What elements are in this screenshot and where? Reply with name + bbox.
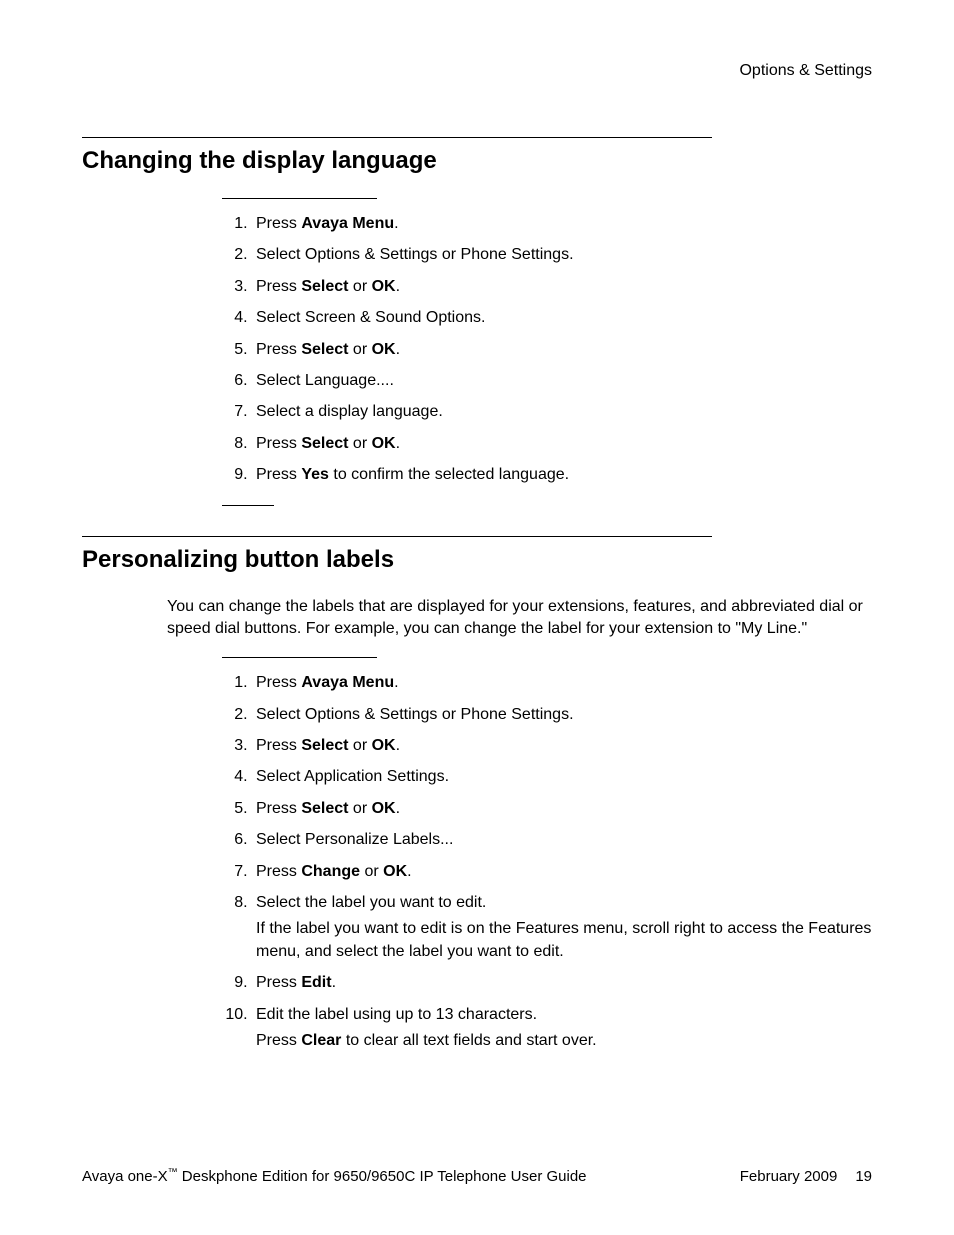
page-footer: Avaya one-X™ Deskphone Edition for 9650/… [82, 1166, 872, 1187]
step-item: Select Screen & Sound Options. [252, 307, 872, 329]
steps-end-rule [222, 505, 274, 506]
section-divider [82, 137, 712, 138]
step-item: Edit the label using up to 13 characters… [252, 1004, 872, 1053]
step-subtext: If the label you want to edit is on the … [256, 918, 872, 963]
section-divider [82, 536, 712, 537]
section-heading-1: Changing the display language [82, 144, 872, 178]
step-item: Select Options & Settings or Phone Setti… [252, 704, 872, 726]
step-item: Press Select or OK. [252, 735, 872, 757]
step-item: Select Language.... [252, 370, 872, 392]
step-item: Press Avaya Menu. [252, 672, 872, 694]
step-item: Press Select or OK. [252, 433, 872, 455]
section-heading-2: Personalizing button labels [82, 543, 872, 577]
step-item: Press Edit. [252, 972, 872, 994]
step-item: Press Select or OK. [252, 798, 872, 820]
step-item: Select the label you want to edit.If the… [252, 892, 872, 963]
footer-prefix: Avaya one-X [82, 1168, 168, 1185]
step-item: Select Application Settings. [252, 766, 872, 788]
step-item: Press Change or OK. [252, 861, 872, 883]
step-item: Press Select or OK. [252, 276, 872, 298]
step-item: Press Avaya Menu. [252, 213, 872, 235]
footer-tm: ™ [168, 1167, 178, 1178]
document-page: Options & Settings Changing the display … [0, 0, 954, 1235]
footer-date: February 2009 [740, 1166, 838, 1187]
steps-intro-rule [222, 657, 377, 658]
section-intro: You can change the labels that are displ… [167, 596, 872, 639]
step-item: Select Options & Settings or Phone Setti… [252, 244, 872, 266]
step-item: Select Personalize Labels... [252, 829, 872, 851]
step-subtext: Press Clear to clear all text fields and… [256, 1030, 872, 1052]
footer-page-number: 19 [855, 1166, 872, 1187]
step-item: Press Select or OK. [252, 339, 872, 361]
steps-list-2: Press Avaya Menu. Select Options & Settin… [207, 672, 872, 1052]
steps-list-1: Press Avaya Menu. Select Options & Settin… [207, 213, 872, 487]
steps-intro-rule [222, 198, 377, 199]
step-item: Select a display language. [252, 401, 872, 423]
footer-right: February 2009 19 [740, 1166, 872, 1187]
step-item: Press Yes to confirm the selected langua… [252, 464, 872, 486]
header-category: Options & Settings [82, 60, 872, 82]
footer-suffix: Deskphone Edition for 9650/9650C IP Tele… [178, 1168, 587, 1185]
footer-guide-title: Avaya one-X™ Deskphone Edition for 9650/… [82, 1166, 587, 1187]
